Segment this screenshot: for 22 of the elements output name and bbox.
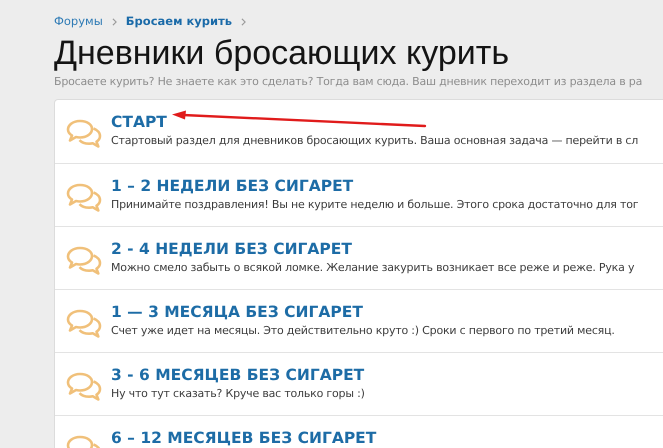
page-title: Дневники бросающих курить bbox=[54, 33, 510, 73]
forum-title-link[interactable]: 6 – 12 МЕСЯЦЕВ БЕЗ СИГАРЕТ bbox=[111, 428, 376, 448]
speech-bubbles-icon bbox=[65, 370, 103, 400]
speech-bubbles-icon bbox=[65, 244, 103, 274]
forum-description: Принимайте поздравления! Вы не курите неделю и больше. Этого срока достаточно для тог bbox=[111, 196, 638, 212]
speech-bubbles-icon bbox=[65, 308, 103, 338]
forum-description: Ну что тут сказать? Круче вас только горы :) bbox=[111, 386, 365, 400]
forum-title-link[interactable]: 1 — 3 МЕСЯЦА БЕЗ СИГАРЕТ bbox=[111, 302, 363, 322]
forum-title-link[interactable]: СТАРТ bbox=[111, 112, 167, 132]
breadcrumb-link[interactable]: Бросаем курить bbox=[126, 13, 232, 31]
forum-description: Можно смело забыть о всякой ломке. Желание закурить возникает все реже и реже. Рука у bbox=[111, 260, 634, 274]
speech-bubbles-icon bbox=[65, 182, 103, 212]
breadcrumb-link[interactable]: Форумы bbox=[54, 13, 103, 31]
page-description: Бросаете курить? Не знаете как это сделать? Тогда вам сюда. Ваш дневник переходит из раздела в ра bbox=[54, 74, 642, 90]
chevron-right-icon bbox=[112, 18, 117, 26]
forum-title-link[interactable]: 1 – 2 НЕДЕЛИ БЕЗ СИГАРЕТ bbox=[111, 176, 354, 196]
forum-description: Стартовый раздел для дневников бросающих курить. Ваша основная задача — перейти в сл bbox=[111, 132, 638, 148]
speech-bubbles-icon bbox=[65, 118, 103, 148]
forum-description: Счет уже идет на месяцы. Это действительно круто :) Сроки с первого по третий месяц. bbox=[111, 322, 615, 338]
forum-title-link[interactable]: 2 - 4 НЕДЕЛИ БЕЗ СИГАРЕТ bbox=[111, 238, 352, 258]
chevron-right-icon bbox=[241, 18, 246, 26]
forum-title-link[interactable]: 3 - 6 МЕСЯЦЕВ БЕЗ СИГАРЕТ bbox=[111, 364, 364, 384]
